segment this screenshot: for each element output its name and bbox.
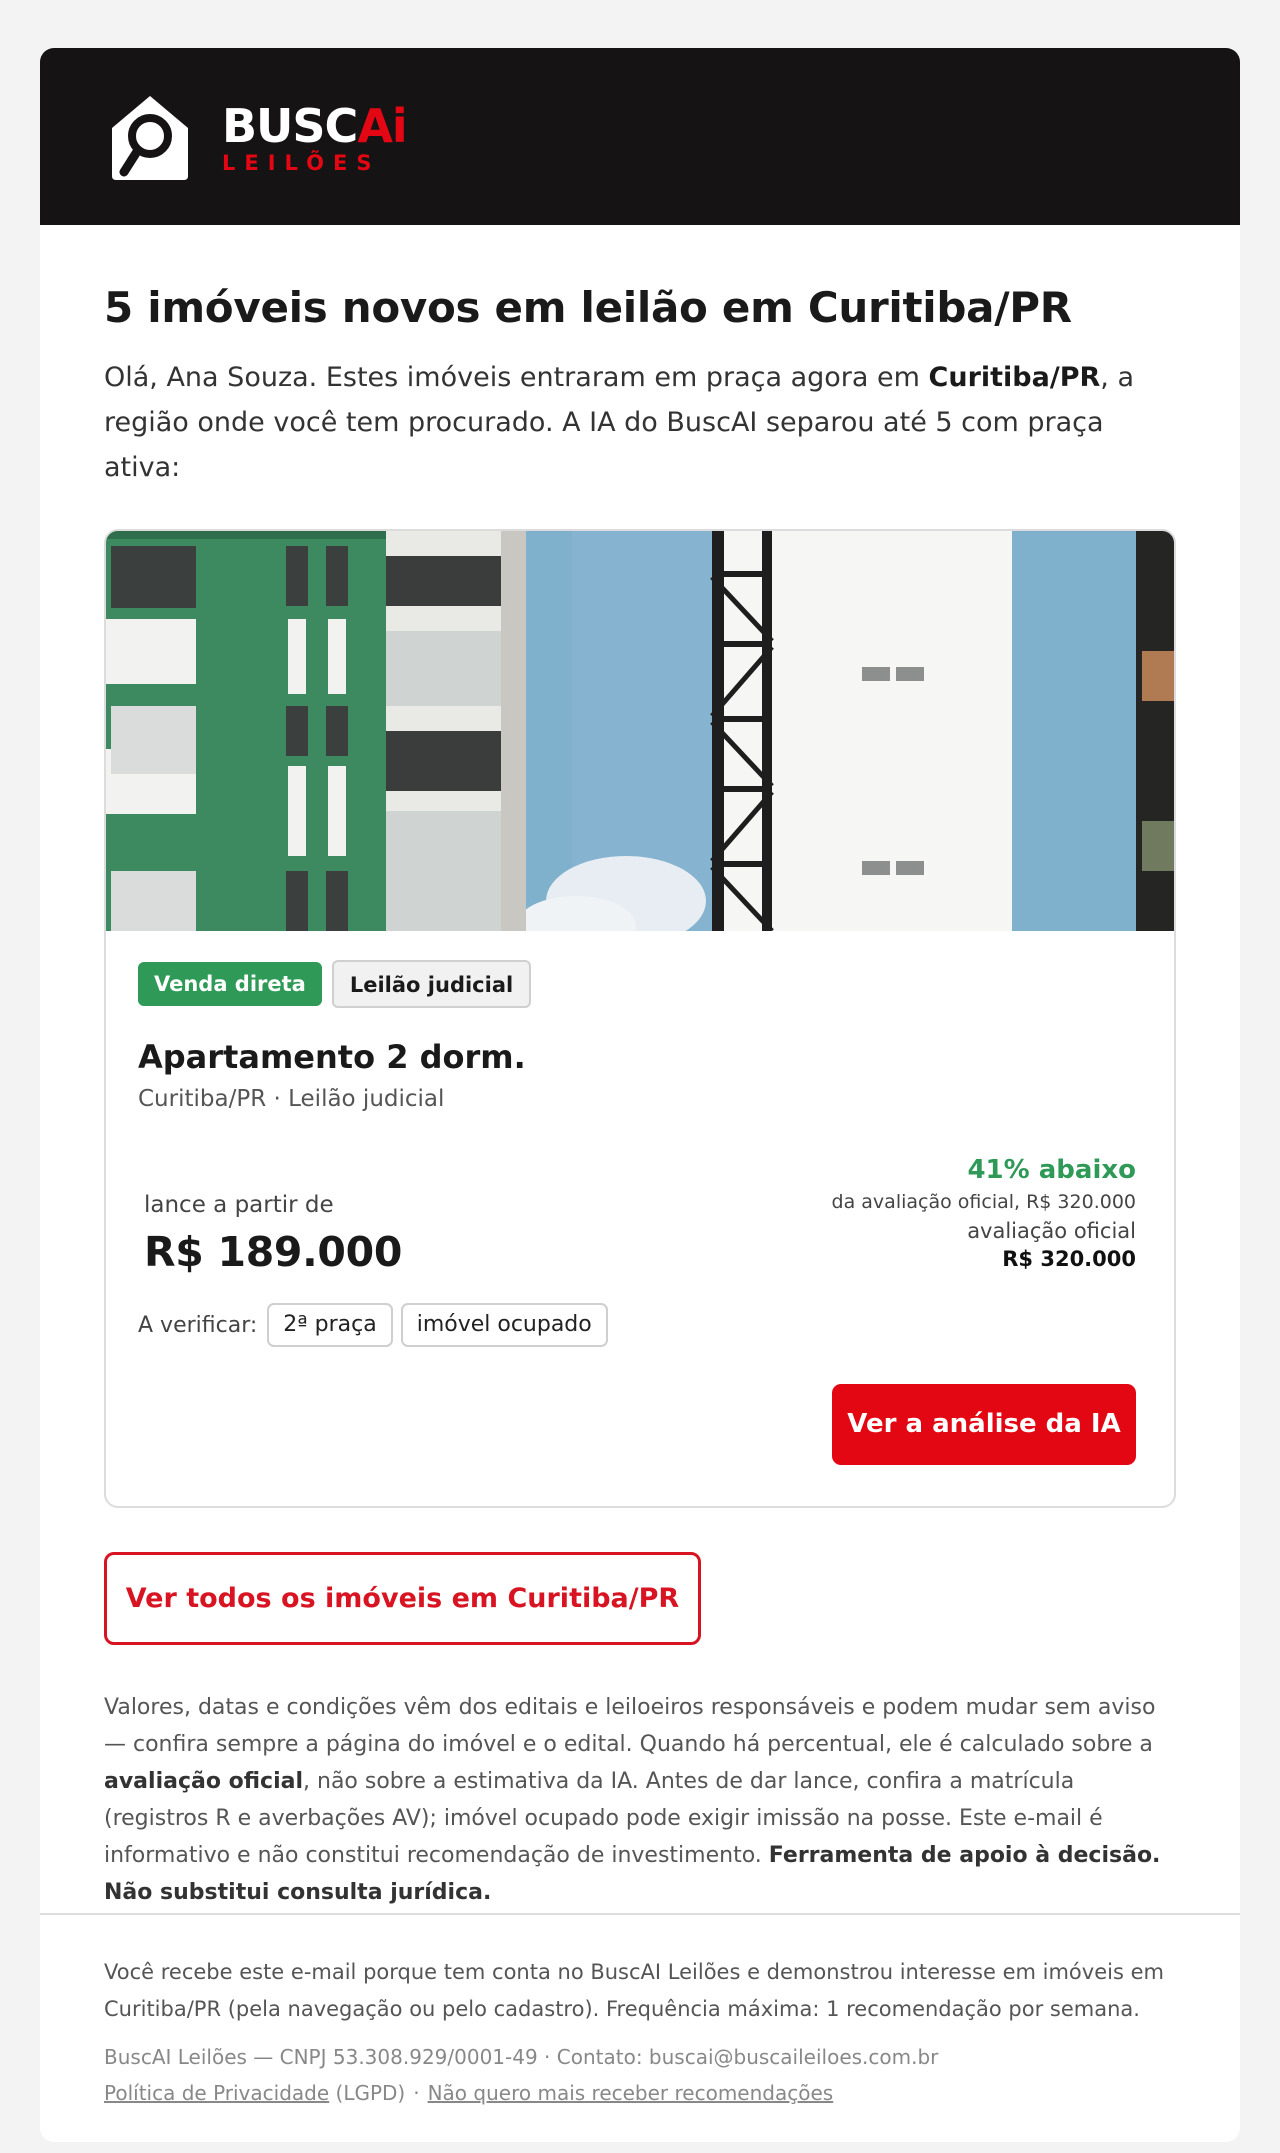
link-separator: · [413,2081,420,2106]
disclaimer-bold1: avaliação oficial [104,1769,304,1795]
discount-note: da avaliação oficial, R$ 320.000 [831,1191,1136,1214]
privacy-suffix: (LGPD) [329,2081,406,2106]
listing-photo[interactable] [106,531,1174,932]
tag-leilao-judicial: Leilão judicial [331,960,532,1009]
price-label: lance a partir de [144,1192,334,1219]
intro-part1: Olá, Ana Souza. Estes imóveis entraram e… [104,362,929,394]
appraisal-label: avaliação oficial [967,1219,1136,1244]
brand-name-main: BUSC [222,98,358,153]
email-footer: Você recebe este e-mail porque tem conta… [40,1954,1240,2111]
disclaimer-part1: Valores, datas e condições vêm dos edita… [104,1695,1156,1758]
listing-subtitle: Curitiba/PR · Leilão judicial [138,1086,445,1113]
house-magnifier-icon [112,96,188,180]
footer-links: Política de Privacidade (LGPD) · Não quero… [104,2075,1176,2111]
view-ai-analysis-button[interactable]: Ver a análise da IA [832,1384,1136,1466]
footer-legal: BuscAI Leilões — CNPJ 53.308.929/0001-49… [104,2039,1176,2111]
brand-wordmark: BUSC Ai LEILÕES [222,98,408,175]
company-info: BuscAI Leilões — CNPJ 53.308.929/0001-49… [104,2045,939,2070]
footer-divider [40,1913,1240,1916]
verify-chip-ocupado: imóvel ocupado [400,1303,608,1348]
footer-reason: Você recebe este e-mail porque tem conta… [104,1960,1164,2022]
headline: 5 imóveis novos em leilão em Curitiba/PR [104,283,1072,332]
unsubscribe-link[interactable]: Não quero mais receber recomendações [428,2081,834,2105]
intro-text: Olá, Ana Souza. Estes imóveis entraram e… [104,355,1176,490]
listing-title[interactable]: Apartamento 2 dorm. [138,1038,1136,1076]
brand-logo[interactable]: BUSC Ai LEILÕES [104,92,408,184]
intro-city: Curitiba/PR [928,362,1101,394]
brand-subtitle: LEILÕES [222,150,381,175]
brand-name: BUSC Ai [222,98,408,153]
email-header: BUSC Ai LEILÕES [40,48,1240,225]
price-value: R$ 189.000 [144,1228,403,1277]
price-block: lance a partir de R$ 189.000 [144,1192,402,1276]
verify-row: A verificar: 2ª praça imóvel ocupado [138,1303,608,1348]
email-content: 5 imóveis novos em leilão em Curitiba/PR… [40,283,1240,1911]
see-all-properties-button[interactable]: Ver todos os imóveis em Curitiba/PR [104,1552,701,1646]
listing-tags: Venda direta Leilão judicial [138,960,1136,1009]
listing-details: Venda direta Leilão judicial Apartamento… [106,931,1174,1506]
listing-card[interactable]: Venda direta Leilão judicial Apartamento… [104,529,1176,1509]
verify-label: A verificar: [138,1312,258,1338]
discount-percent: 41% abaixo [967,1155,1136,1186]
privacy-policy-link[interactable]: Política de Privacidade [104,2081,329,2105]
appraisal-value: R$ 320.000 [1002,1247,1136,1272]
brand-name-ai: Ai [357,98,407,153]
email-container: BUSC Ai LEILÕES 5 imóveis novos em leilão… [40,48,1240,2142]
discount-block: 41% abaixo da avaliação oficial, R$ 320.… [832,1155,1136,1271]
tag-venda-direta: Venda direta [138,962,322,1007]
disclaimer-text: Valores, datas e condições vêm dos edita… [104,1689,1176,1911]
verify-chip-praca: 2ª praça [267,1303,393,1348]
